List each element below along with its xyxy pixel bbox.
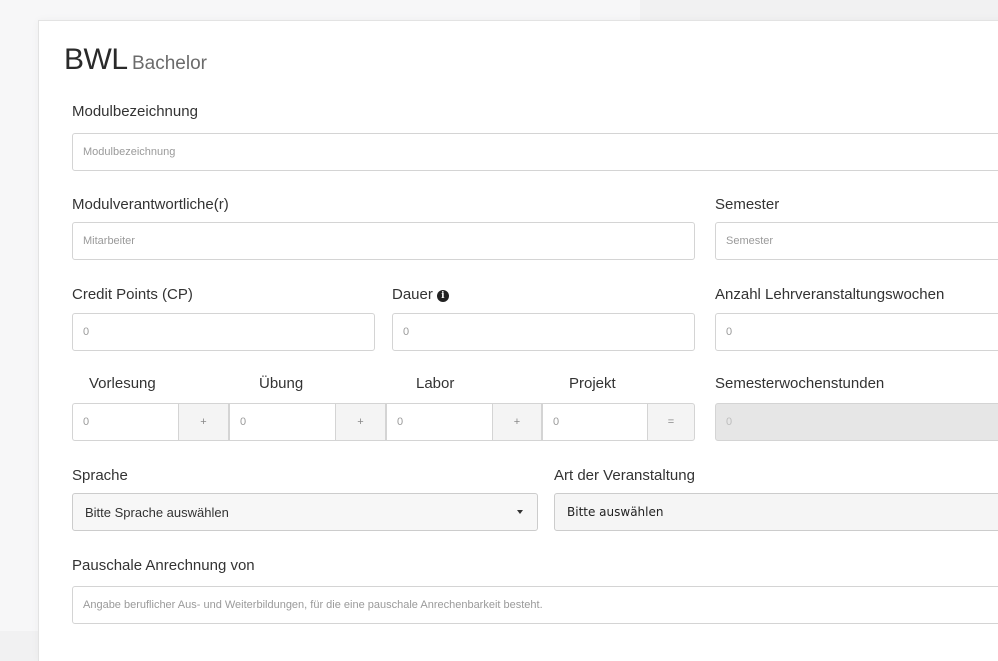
projekt-input[interactable]: 0 (542, 403, 647, 441)
plus-addon-1: + (178, 403, 229, 441)
page-title: BWL Bachelor (64, 43, 207, 77)
plus-addon-2: + (335, 403, 386, 441)
credit-points-label: Credit Points (CP) (72, 286, 193, 303)
pauschale-input[interactable]: Angabe beruflicher Aus- und Weiterbildun… (72, 586, 998, 624)
sprache-select[interactable]: Bitte Sprache auswählen (72, 493, 538, 531)
sprache-label: Sprache (72, 467, 128, 484)
projekt-label: Projekt (569, 375, 616, 392)
vorlesung-label: Vorlesung (89, 375, 156, 392)
art-label: Art der Veranstaltung (554, 467, 695, 484)
lehrveranstaltungswochen-label: Anzahl Lehrveranstaltungswochen (715, 286, 945, 303)
dauer-label-text: Dauer (392, 286, 433, 303)
credit-points-input[interactable]: 0 (72, 313, 375, 351)
plus-addon-3: + (492, 403, 542, 441)
caret-down-icon (517, 510, 523, 514)
dauer-input[interactable]: 0 (392, 313, 695, 351)
page-title-sub: Bachelor (131, 53, 207, 74)
semester-input[interactable]: Semester (715, 222, 998, 260)
labor-label: Labor (416, 375, 455, 392)
vorlesung-input[interactable]: 0 (72, 403, 178, 441)
semesterwochenstunden-label: Semesterwochenstunden (715, 375, 885, 392)
equals-addon: = (647, 403, 695, 441)
lehrveranstaltungswochen-input[interactable]: 0 (715, 313, 998, 351)
uebung-input[interactable]: 0 (229, 403, 335, 441)
modulverantwortliche-input[interactable]: Mitarbeiter (72, 222, 695, 260)
sprache-selected: Bitte Sprache auswählen (85, 504, 229, 520)
semesterwochenstunden-input: 0 (715, 403, 998, 441)
pauschale-label: Pauschale Anrechnung von (72, 557, 255, 574)
art-selected: Bitte auswählen (567, 505, 664, 519)
info-icon[interactable]: i (436, 290, 449, 302)
modulbezeichnung-label: Modulbezeichnung (72, 103, 198, 120)
semester-label: Semester (715, 196, 780, 213)
form-card: BWL Bachelor Modulbezeichnung Modulbezei… (38, 20, 998, 661)
art-select[interactable]: Bitte auswählen (554, 493, 998, 531)
page-title-main: BWL (64, 43, 128, 76)
labor-input[interactable]: 0 (386, 403, 492, 441)
dauer-label: Dauer i (392, 286, 449, 303)
modulbezeichnung-input[interactable]: Modulbezeichnung (72, 133, 998, 171)
uebung-label: Übung (259, 375, 304, 392)
modulverantwortliche-label: Modulverantwortliche(r) (72, 196, 229, 213)
